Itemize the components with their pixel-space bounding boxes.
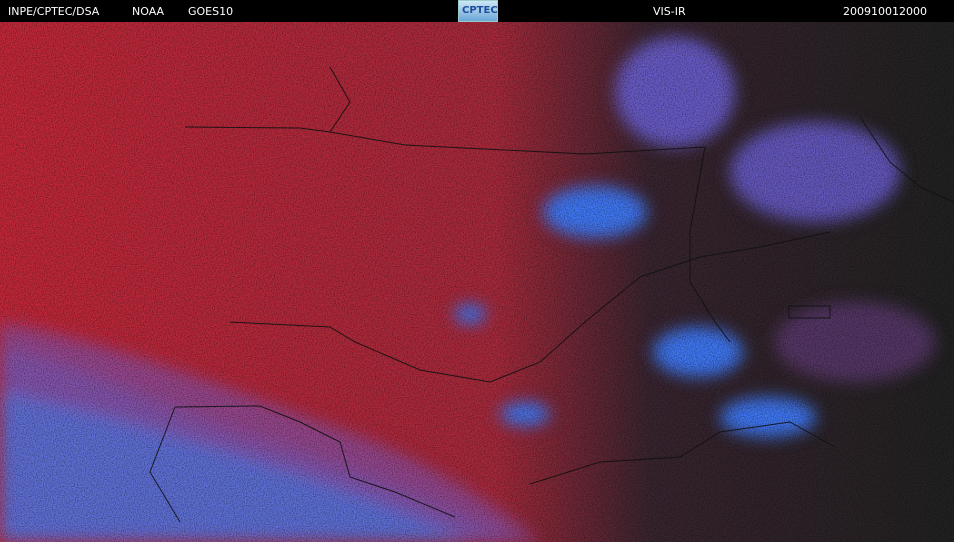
satellite-label: GOES10: [188, 5, 234, 18]
image-header-bar: INPE/CPTEC/DSA NOAA GOES10 CPTEC VIS-IR …: [0, 0, 954, 22]
timestamp-label: 200910012000: [843, 5, 927, 18]
cptec-logo: CPTEC: [458, 0, 498, 22]
institution-label: INPE/CPTEC/DSA: [8, 5, 100, 18]
satellite-imagery: [0, 22, 954, 542]
product-label: VIS-IR: [653, 5, 686, 18]
texture-overlay: [0, 22, 954, 542]
agency-label: NOAA: [132, 5, 165, 18]
satellite-image-frame: INPE/CPTEC/DSA NOAA GOES10 CPTEC VIS-IR …: [0, 0, 954, 542]
